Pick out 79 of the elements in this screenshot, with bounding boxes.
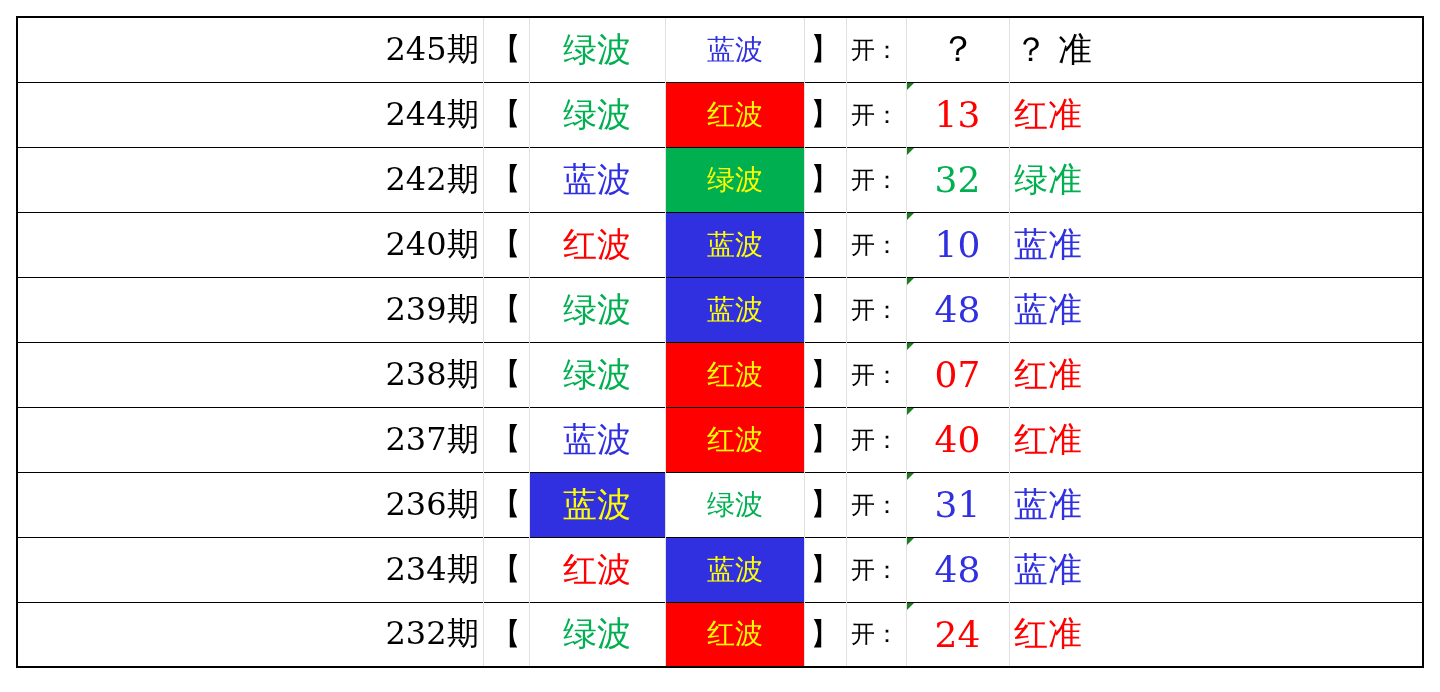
open-label-cell: 开：	[846, 472, 906, 537]
period-cell: 238期	[17, 342, 483, 407]
period-cell: 236期	[17, 472, 483, 537]
number-cell: 10	[906, 212, 1009, 277]
result-cell: ？ 准	[1009, 17, 1423, 82]
bracket-cell: 【	[483, 147, 529, 212]
result-cell: 绿准	[1009, 147, 1423, 212]
bracket-cell: 】	[804, 17, 846, 82]
wave-label: 蓝波	[563, 158, 631, 199]
period-cell: 244期	[17, 82, 483, 147]
number-cell: 07	[906, 342, 1009, 407]
bracket-cell: 】	[804, 602, 846, 667]
bracket-cell: 】	[804, 212, 846, 277]
wave-label: 蓝波	[563, 418, 631, 459]
period-cell: 245期	[17, 17, 483, 82]
number-cell: 40	[906, 407, 1009, 472]
bracket-cell: 】	[804, 82, 846, 147]
wave-label: 蓝波	[706, 552, 763, 586]
wave-label: 蓝波	[706, 227, 763, 261]
wave-label: 红波	[563, 223, 631, 264]
period-cell: 232期	[17, 602, 483, 667]
wave-label: 红波	[706, 617, 763, 651]
wave-label: 绿波	[706, 162, 763, 196]
wave-label: 绿波	[563, 28, 631, 69]
number-cell: 48	[906, 277, 1009, 342]
open-label-cell: 开：	[846, 342, 906, 407]
open-label-cell: 开：	[846, 537, 906, 602]
bracket-cell: 】	[804, 537, 846, 602]
bracket-cell: 】	[804, 277, 846, 342]
number-cell: 32	[906, 147, 1009, 212]
wave-label: 蓝波	[706, 292, 763, 326]
open-label-cell: 开：	[846, 82, 906, 147]
wave-label: 绿波	[563, 93, 631, 134]
bracket-cell: 】	[804, 472, 846, 537]
result-cell: 蓝准	[1009, 212, 1423, 277]
wave-label: 蓝波	[563, 483, 631, 524]
period-cell: 242期	[17, 147, 483, 212]
bracket-cell: 【	[483, 537, 529, 602]
wave-label: 绿波	[563, 613, 631, 654]
open-label-cell: 开：	[846, 147, 906, 212]
wave-label: 红波	[706, 357, 763, 391]
result-cell: 蓝准	[1009, 277, 1423, 342]
result-cell: 蓝准	[1009, 472, 1423, 537]
bracket-cell: 【	[483, 82, 529, 147]
number-cell: 31	[906, 472, 1009, 537]
wave-label: 红波	[706, 97, 763, 131]
bracket-cell: 】	[804, 342, 846, 407]
number-cell: ？	[906, 17, 1009, 82]
bracket-cell: 【	[483, 212, 529, 277]
open-label-cell: 开：	[846, 407, 906, 472]
number-cell: 13	[906, 82, 1009, 147]
result-cell: 红准	[1009, 342, 1423, 407]
period-cell: 239期	[17, 277, 483, 342]
bracket-cell: 【	[483, 407, 529, 472]
wave-label: 绿波	[563, 288, 631, 329]
open-label-cell: 开：	[846, 212, 906, 277]
bracket-cell: 【	[483, 602, 529, 667]
result-cell: 红准	[1009, 407, 1423, 472]
wave-label: 绿波	[706, 487, 763, 521]
number-cell: 48	[906, 537, 1009, 602]
bracket-cell: 】	[804, 407, 846, 472]
bracket-cell: 】	[804, 147, 846, 212]
bracket-cell: 【	[483, 342, 529, 407]
period-cell: 240期	[17, 212, 483, 277]
number-cell: 24	[906, 602, 1009, 667]
open-label-cell: 开：	[846, 277, 906, 342]
result-cell: 蓝准	[1009, 537, 1423, 602]
bracket-cell: 【	[483, 277, 529, 342]
open-label-cell: 开：	[846, 602, 906, 667]
wave-label: 绿波	[563, 353, 631, 394]
result-cell: 红准	[1009, 82, 1423, 147]
wave-label: 蓝波	[706, 32, 763, 66]
period-cell: 237期	[17, 407, 483, 472]
wave-label: 红波	[563, 548, 631, 589]
wave-label: 红波	[706, 422, 763, 456]
open-label-cell: 开：	[846, 17, 906, 82]
bracket-cell: 【	[483, 17, 529, 82]
result-cell: 红准	[1009, 602, 1423, 667]
period-cell: 234期	[17, 537, 483, 602]
